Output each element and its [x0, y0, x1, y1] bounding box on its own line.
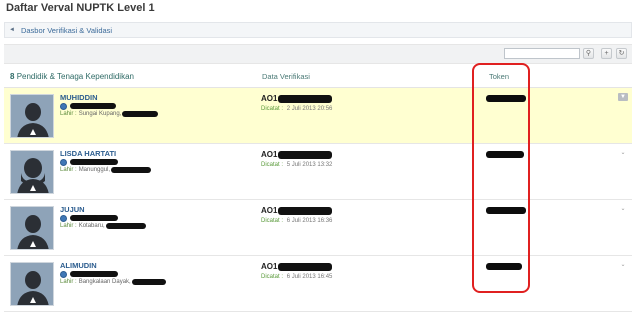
verification-code-prefix: AO1 [261, 150, 278, 159]
table-header: 8 Pendidik & Tenaga Kependidikan Data Ve… [4, 66, 632, 88]
redaction [278, 262, 333, 271]
person-id-line [60, 214, 118, 222]
chevron-down-icon[interactable]: ⌄ [618, 205, 628, 213]
column-header-verification: Data Verifikasi [262, 72, 310, 81]
search-input[interactable] [504, 48, 580, 59]
recorded-info: Dicatat : 6 Juli 2013 16:45 [261, 274, 332, 280]
person-id-line [60, 270, 118, 278]
person-id-line [60, 102, 116, 110]
column-header-token: Token [489, 72, 510, 81]
recorded-date: 5 Juli 2013 13:32 [286, 162, 333, 168]
verification-code: AO1 [261, 262, 333, 271]
person-name[interactable]: MUHIDDIN [60, 93, 98, 102]
plus-icon[interactable]: + [601, 48, 612, 59]
record-count-label: Pendidik & Tenaga Kependidikan [16, 72, 134, 81]
table-row[interactable]: JUJUN Lahir : Kotabaru, AO1 Dicatat : 6 … [4, 200, 632, 256]
avatar [10, 94, 54, 138]
search-icon[interactable]: ⚲ [583, 48, 594, 59]
table-row[interactable]: LISDA HARTATI Lahir : Manunggul, AO1 Dic… [4, 144, 632, 200]
chevron-down-icon[interactable]: ⌄ [618, 261, 628, 269]
token-redaction [486, 95, 526, 102]
recorded-label: Dicatat : [261, 274, 284, 280]
person-id-line [60, 158, 118, 166]
redaction [70, 159, 118, 165]
birth-place: Bangkalaan Dayak, [78, 279, 131, 285]
verification-code: AO1 [261, 206, 333, 215]
chevron-down-icon[interactable]: ⌄ [618, 149, 628, 157]
user-icon [60, 270, 67, 278]
recorded-info: Dicatat : 6 Juli 2013 16:36 [261, 218, 332, 224]
user-icon [60, 214, 67, 222]
birth-info: Lahir : Manunggul, [60, 167, 152, 173]
redaction [278, 150, 333, 159]
verification-code-prefix: AO1 [261, 262, 278, 271]
avatar [10, 262, 54, 306]
birth-label: Lahir : [60, 223, 77, 229]
chevron-down-icon[interactable]: ▼ [618, 93, 628, 101]
redaction [70, 271, 118, 277]
recorded-label: Dicatat : [261, 106, 284, 112]
verification-code-prefix: AO1 [261, 94, 278, 103]
verification-code: AO1 [261, 94, 333, 103]
page-title: Daftar Verval NUPTK Level 1 [6, 2, 155, 14]
redaction [105, 223, 146, 229]
breadcrumb-link[interactable]: Dasbor Verifikasi & Validasi [21, 26, 112, 35]
birth-info: Lahir : Sungai Kupang, [60, 111, 159, 117]
recorded-date: 2 Juli 2013 20:56 [286, 106, 333, 112]
redaction [111, 167, 152, 173]
toolbar: ⚲ + ↻ [4, 44, 632, 64]
chevron-left-icon: ◄ [9, 27, 15, 33]
redaction [278, 94, 333, 103]
person-name[interactable]: LISDA HARTATI [60, 149, 116, 158]
redaction [122, 111, 159, 117]
birth-label: Lahir : [60, 111, 77, 117]
user-icon [60, 102, 67, 110]
recorded-date: 6 Juli 2013 16:36 [286, 218, 333, 224]
redaction [70, 215, 118, 221]
verification-code-prefix: AO1 [261, 206, 278, 215]
person-name[interactable]: ALIMUDIN [60, 261, 97, 270]
birth-label: Lahir : [60, 279, 77, 285]
birth-info: Lahir : Kotabaru, [60, 223, 146, 229]
birth-label: Lahir : [60, 167, 77, 173]
recorded-info: Dicatat : 5 Juli 2013 13:32 [261, 162, 332, 168]
avatar [10, 206, 54, 250]
recorded-info: Dicatat : 2 Juli 2013 20:56 [261, 106, 332, 112]
redaction [278, 206, 333, 215]
birth-info: Lahir : Bangkalaan Dayak, [60, 279, 166, 285]
record-list: MUHIDDIN Lahir : Sungai Kupang, AO1 Dica… [4, 88, 632, 312]
person-name[interactable]: JUJUN [60, 205, 85, 214]
refresh-icon[interactable]: ↻ [616, 48, 627, 59]
redaction [70, 103, 116, 109]
record-count: 8 Pendidik & Tenaga Kependidikan [10, 72, 134, 81]
recorded-date: 6 Juli 2013 16:45 [286, 274, 333, 280]
recorded-label: Dicatat : [261, 162, 284, 168]
token-redaction [486, 207, 526, 214]
verification-code: AO1 [261, 150, 333, 159]
user-icon [60, 158, 67, 166]
redaction [131, 279, 166, 285]
birth-place: Sungai Kupang, [78, 111, 122, 117]
birth-place: Manunggul, [78, 167, 111, 173]
breadcrumb: ◄ Dasbor Verifikasi & Validasi [4, 22, 632, 38]
token-redaction [486, 151, 524, 158]
table-row[interactable]: MUHIDDIN Lahir : Sungai Kupang, AO1 Dica… [4, 88, 632, 144]
avatar [10, 150, 54, 194]
record-count-number: 8 [10, 72, 15, 81]
table-row[interactable]: ALIMUDIN Lahir : Bangkalaan Dayak, AO1 D… [4, 256, 632, 312]
recorded-label: Dicatat : [261, 218, 284, 224]
token-redaction [486, 263, 522, 270]
birth-place: Kotabaru, [78, 223, 105, 229]
